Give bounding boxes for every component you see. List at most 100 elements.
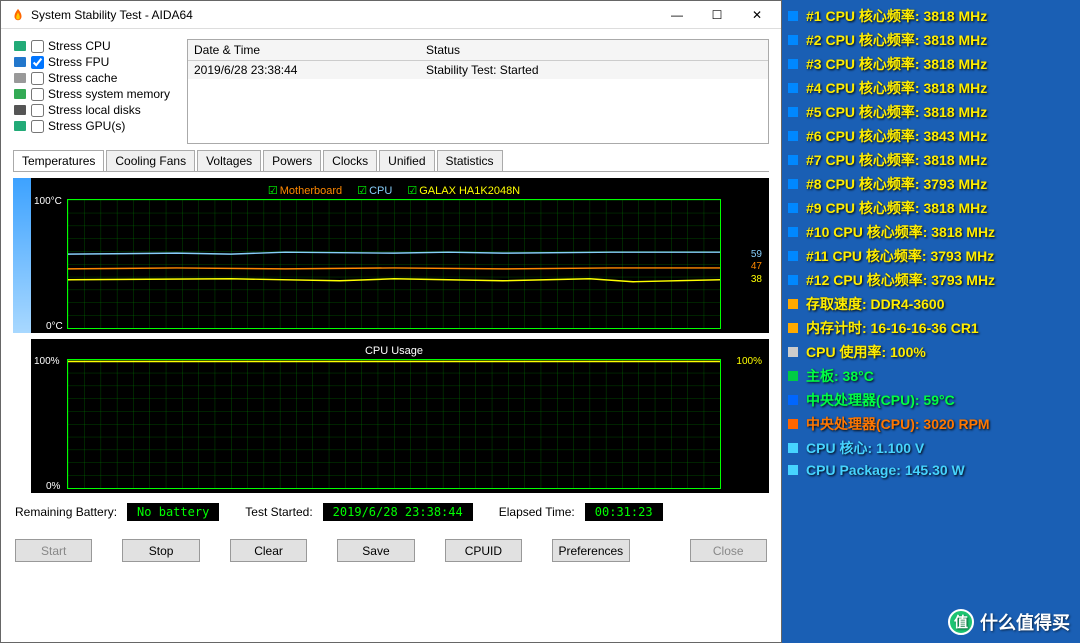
content-area: Stress CPU Stress FPU Stress cache Stress s… xyxy=(1,29,781,642)
elapsed-label: Elapsed Time: xyxy=(499,505,575,519)
cpu-grid: 100% 0% 100% xyxy=(67,359,721,489)
aida64-window: System Stability Test - AIDA64 — ☐ ✕ Str… xyxy=(0,0,782,643)
stress-option-fpu[interactable]: Stress FPU xyxy=(13,55,179,69)
stat-icon xyxy=(786,441,800,455)
stress-label: Stress system memory xyxy=(48,87,170,101)
started-label: Test Started: xyxy=(245,505,312,519)
watermark-text: 什么值得买 xyxy=(980,609,1070,635)
start-button[interactable]: Start xyxy=(15,539,92,562)
started-value: 2019/6/28 23:38:44 xyxy=(323,503,473,521)
stat-icon xyxy=(786,297,800,311)
stress-label: Stress local disks xyxy=(48,103,141,117)
clear-button[interactable]: Clear xyxy=(230,539,307,562)
stress-option-gpu[interactable]: Stress GPU(s) xyxy=(13,119,179,133)
cpu-icon xyxy=(786,105,800,119)
overlay-stat-0: 存取速度: DDR4-3600 xyxy=(786,294,1076,314)
cpu-reading: 100% xyxy=(736,356,762,367)
stress-option-mem[interactable]: Stress system memory xyxy=(13,87,179,101)
overlay-cpu-core-11: #11 CPU 核心频率: 3793 MHz xyxy=(786,246,1076,266)
stress-option-cpu[interactable]: Stress CPU xyxy=(13,39,179,53)
cpu-icon xyxy=(786,81,800,95)
app-icon xyxy=(11,8,25,22)
overlay-stat-3: 主板: 38°C xyxy=(786,366,1076,386)
log-header-status[interactable]: Status xyxy=(420,40,768,61)
overlay-cpu-core-12: #12 CPU 核心频率: 3793 MHz xyxy=(786,270,1076,290)
stress-option-cache[interactable]: Stress cache xyxy=(13,71,179,85)
stress-options: Stress CPU Stress FPU Stress cache Stress s… xyxy=(13,39,179,144)
cpu-icon xyxy=(786,153,800,167)
close-button[interactable]: ✕ xyxy=(737,2,777,28)
overlay-cpu-core-1: #1 CPU 核心频率: 3818 MHz xyxy=(786,6,1076,26)
preferences-button[interactable]: Preferences xyxy=(552,539,629,562)
stress-checkbox[interactable] xyxy=(31,72,44,85)
tab-voltages[interactable]: Voltages xyxy=(197,150,261,171)
cpuid-button[interactable]: CPUID xyxy=(445,539,522,562)
stat-icon xyxy=(786,321,800,335)
stress-checkbox[interactable] xyxy=(31,40,44,53)
temp-reading-mobo: 47 xyxy=(751,261,762,272)
battery-label: Remaining Battery: xyxy=(15,505,117,519)
stress-checkbox[interactable] xyxy=(31,56,44,69)
temp-reading-cpu: 59 xyxy=(751,249,762,260)
sensor-overlay: #1 CPU 核心频率: 3818 MHz #2 CPU 核心频率: 3818 M… xyxy=(786,6,1076,478)
cache-icon xyxy=(13,72,27,84)
log-row[interactable]: 2019/6/28 23:38:44Stability Test: Starte… xyxy=(188,61,768,80)
stress-label: Stress cache xyxy=(48,71,117,85)
cpu-usage-chart: CPU Usage 100% 0% 100% xyxy=(31,339,769,493)
overlay-stat-6: CPU 核心: 1.100 V xyxy=(786,438,1076,458)
stress-checkbox[interactable] xyxy=(31,104,44,117)
cpu-icon xyxy=(13,40,27,52)
tab-statistics[interactable]: Statistics xyxy=(437,150,503,171)
cpu-icon xyxy=(786,33,800,47)
disk-icon xyxy=(13,104,27,116)
save-button[interactable]: Save xyxy=(337,539,414,562)
watermark: 值 什么值得买 xyxy=(948,609,1070,635)
tab-temperatures[interactable]: Temperatures xyxy=(13,150,104,171)
window-title: System Stability Test - AIDA64 xyxy=(31,8,657,22)
close-dialog-button[interactable]: Close xyxy=(690,539,767,562)
gpu-icon xyxy=(13,120,27,132)
cpu-icon xyxy=(786,177,800,191)
log-header-datetime[interactable]: Date & Time xyxy=(188,40,420,61)
overlay-cpu-core-3: #3 CPU 核心频率: 3818 MHz xyxy=(786,54,1076,74)
tab-clocks[interactable]: Clocks xyxy=(323,150,377,171)
overlay-stat-4: 中央处理器(CPU): 59°C xyxy=(786,390,1076,410)
tab-cooling-fans[interactable]: Cooling Fans xyxy=(106,150,195,171)
overlay-cpu-core-8: #8 CPU 核心频率: 3793 MHz xyxy=(786,174,1076,194)
temp-side-indicator xyxy=(13,178,31,333)
titlebar[interactable]: System Stability Test - AIDA64 — ☐ ✕ xyxy=(1,1,781,29)
stress-label: Stress FPU xyxy=(48,55,109,69)
minimize-button[interactable]: — xyxy=(657,2,697,28)
fpu-icon xyxy=(13,56,27,68)
stat-icon xyxy=(786,345,800,359)
stress-option-disk[interactable]: Stress local disks xyxy=(13,103,179,117)
cpu-icon xyxy=(786,129,800,143)
temp-reading-galax: 38 xyxy=(751,274,762,285)
stat-icon xyxy=(786,417,800,431)
cpu-chart-title: CPU Usage xyxy=(67,343,721,359)
overlay-cpu-core-10: #10 CPU 核心频率: 3818 MHz xyxy=(786,222,1076,242)
stat-icon xyxy=(786,369,800,383)
overlay-stat-1: 内存计时: 16-16-16-36 CR1 xyxy=(786,318,1076,338)
overlay-cpu-core-2: #2 CPU 核心频率: 3818 MHz xyxy=(786,30,1076,50)
elapsed-value: 00:31:23 xyxy=(585,503,663,521)
button-row: Start Stop Clear Save CPUID Preferences … xyxy=(13,531,769,570)
tab-unified[interactable]: Unified xyxy=(379,150,434,171)
stress-label: Stress CPU xyxy=(48,39,111,53)
battery-value: No battery xyxy=(127,503,219,521)
stress-checkbox[interactable] xyxy=(31,120,44,133)
stop-button[interactable]: Stop xyxy=(122,539,199,562)
stat-icon xyxy=(786,463,800,477)
tab-powers[interactable]: Powers xyxy=(263,150,321,171)
stress-label: Stress GPU(s) xyxy=(48,119,125,133)
temp-legend: ☑Motherboard ☑CPU ☑GALAX HA1K2048N xyxy=(67,182,721,199)
overlay-stat-2: CPU 使用率: 100% xyxy=(786,342,1076,362)
overlay-stat-5: 中央处理器(CPU): 3020 RPM xyxy=(786,414,1076,434)
stress-checkbox[interactable] xyxy=(31,88,44,101)
maximize-button[interactable]: ☐ xyxy=(697,2,737,28)
cpu-icon xyxy=(786,249,800,263)
overlay-cpu-core-5: #5 CPU 核心频率: 3818 MHz xyxy=(786,102,1076,122)
overlay-cpu-core-9: #9 CPU 核心频率: 3818 MHz xyxy=(786,198,1076,218)
log-table: Date & Time Status 2019/6/28 23:38:44Sta… xyxy=(187,39,769,144)
temp-grid: 100°C 0°C 59 47 38 xyxy=(67,199,721,329)
